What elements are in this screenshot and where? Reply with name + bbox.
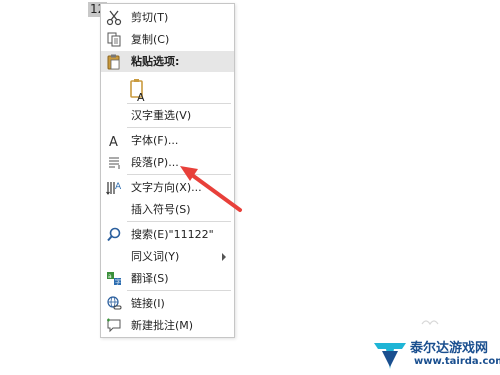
logo-icon [374,343,406,369]
watermark-mark-icon [421,320,439,326]
logo-brand-text: 泰尔达游戏网 [410,341,489,356]
logo-url-text: www.tairda.com [414,356,500,367]
site-logo: 泰尔达游戏网 www.tairda.com [370,333,500,375]
